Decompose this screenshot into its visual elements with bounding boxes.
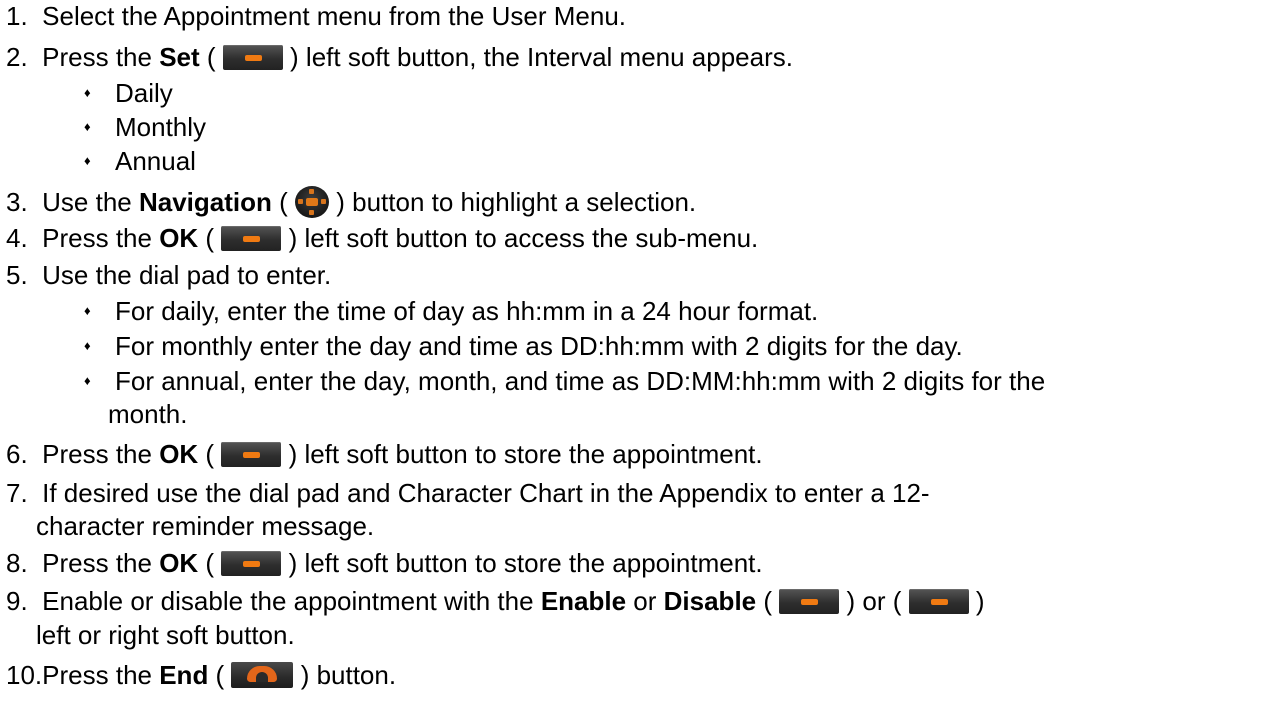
soft-button-icon	[221, 226, 282, 251]
step-10: 10.Press the End ( ) button.	[6, 662, 396, 688]
step-text-prefix: Press the	[42, 548, 160, 578]
soft-button-icon	[908, 589, 969, 614]
step-number: 6.	[6, 439, 28, 469]
step-text: Use the dial pad to enter.	[42, 260, 332, 290]
enable-keyword: Enable	[540, 586, 627, 616]
bullet-icon: ♦	[84, 338, 91, 353]
step-9-continuation: left or right soft button.	[36, 620, 295, 650]
end-keyword: End	[159, 660, 209, 690]
step-text-prefix: Press the	[42, 660, 160, 690]
step-5: 5. Use the dial pad to enter.	[6, 262, 331, 288]
step-text-suffix: ) left soft button to access the sub-men…	[288, 223, 759, 253]
soft-button-icon	[222, 45, 283, 70]
step-text-suffix: ) button.	[300, 660, 397, 690]
step-text-suffix: ) left soft button to store the appointm…	[288, 548, 763, 578]
bullet-icon: ♦	[84, 85, 91, 100]
navigation-keyword: Navigation	[138, 187, 272, 217]
paren-open: (	[208, 660, 225, 690]
step-number: 8.	[6, 548, 28, 578]
end-button-icon	[231, 662, 294, 688]
step-9: 9. Enable or disable the appointment wit…	[6, 588, 985, 614]
step-text-suffix: ) left soft button to store the appointm…	[288, 439, 763, 469]
step-4: 4. Press the OK ( ) left soft button to …	[6, 225, 758, 251]
step-7-continuation: character reminder message.	[36, 511, 375, 541]
step-3: 3. Use the Navigation ( ) button to high…	[6, 186, 696, 218]
interval-option-annual: Annual	[115, 146, 196, 176]
disable-keyword: Disable	[663, 586, 757, 616]
step-number: 10.	[6, 660, 43, 690]
navigation-button-icon	[295, 186, 330, 218]
ok-keyword: OK	[159, 439, 199, 469]
interval-option-daily: Daily	[115, 78, 173, 108]
step-8: 8. Press the OK ( ) left soft button to …	[6, 550, 763, 576]
step-number: 9.	[6, 586, 28, 616]
bullet-icon: ♦	[84, 153, 91, 168]
step-text-prefix: Use the	[42, 187, 139, 217]
step-text: If desired use the dial pad and Characte…	[42, 478, 930, 508]
step-number: 1.	[6, 1, 28, 31]
paren-open: (	[756, 586, 773, 616]
soft-button-icon	[221, 442, 282, 467]
step-2: 2. Press the Set ( ) left soft button, t…	[6, 44, 793, 70]
step-6: 6. Press the OK ( ) left soft button to …	[6, 441, 763, 467]
paren-close: )	[975, 586, 985, 616]
step-number: 7.	[6, 478, 28, 508]
ok-keyword: OK	[159, 548, 199, 578]
connector-text: ) or (	[846, 586, 902, 616]
soft-button-icon	[221, 551, 282, 576]
step-number: 2.	[6, 42, 28, 72]
bullet-icon: ♦	[84, 373, 91, 388]
bullet-icon: ♦	[84, 119, 91, 134]
interval-option-monthly: Monthly	[115, 112, 207, 142]
step-text-prefix: Enable or disable the appointment with t…	[42, 586, 541, 616]
step-text-prefix: Press the	[42, 223, 160, 253]
paren-open: (	[271, 187, 288, 217]
step-text-suffix: ) left soft button, the Interval menu ap…	[290, 42, 793, 72]
connector-text: or	[626, 586, 664, 616]
set-keyword: Set	[159, 42, 200, 72]
step-text-prefix: Press the	[42, 42, 160, 72]
ok-keyword: OK	[159, 223, 199, 253]
dial-pad-note-annual: For annual, enter the day, month, and ti…	[115, 366, 1046, 396]
step-number: 4.	[6, 223, 28, 253]
soft-button-icon	[779, 589, 840, 614]
dial-pad-note-daily: For daily, enter the time of day as hh:m…	[115, 296, 819, 326]
paren-open: (	[198, 548, 215, 578]
step-number: 5.	[6, 260, 28, 290]
dial-pad-note-continuation: month.	[108, 399, 188, 429]
step-1: 1. Select the Appointment menu from the …	[6, 3, 626, 29]
dial-pad-note-monthly: For monthly enter the day and time as DD…	[115, 331, 963, 361]
step-text-prefix: Press the	[42, 439, 160, 469]
bullet-icon: ♦	[84, 303, 91, 318]
paren-open: (	[198, 439, 215, 469]
step-text-suffix: ) button to highlight a selection.	[336, 187, 697, 217]
step-number: 3.	[6, 187, 28, 217]
paren-open: (	[199, 42, 216, 72]
instruction-document: 1. Select the Appointment menu from the …	[0, 0, 1277, 709]
paren-open: (	[198, 223, 215, 253]
step-7: 7. If desired use the dial pad and Chara…	[6, 480, 930, 506]
step-text: Select the Appointment menu from the Use…	[42, 1, 626, 31]
